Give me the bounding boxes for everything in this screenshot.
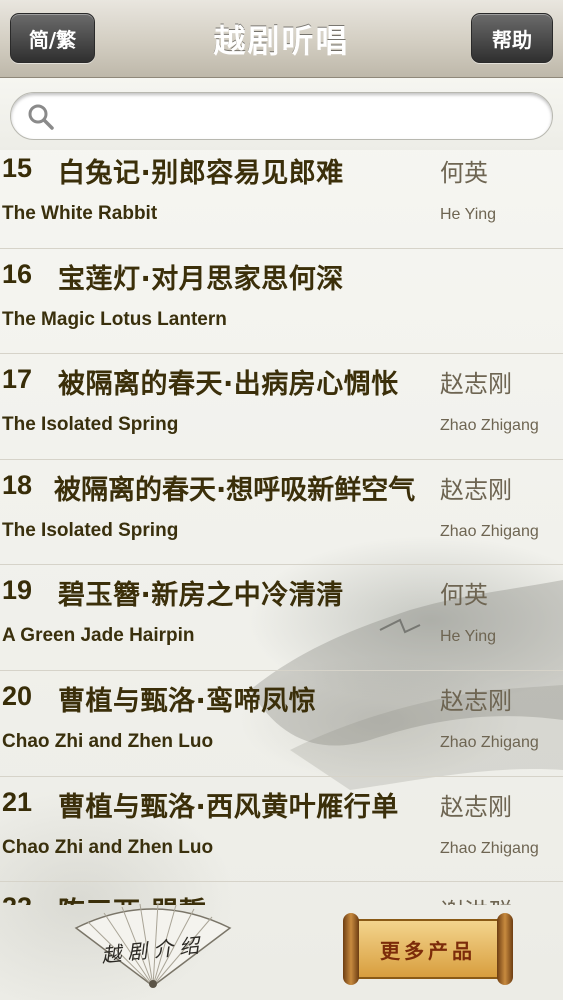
- artist-chinese: 何英: [440, 159, 488, 187]
- song-title-chinese: 碧玉簪·新房之中冷清清: [58, 580, 344, 612]
- list-item[interactable]: 16 宝莲灯·对月思家思何深 The Magic Lotus Lantern: [0, 249, 563, 355]
- list-item[interactable]: 15 白兔记·别郎容易见郎难 何英 The White Rabbit He Yi…: [0, 143, 563, 249]
- artist-english: He Ying: [440, 206, 497, 223]
- artist-chinese: 赵志刚: [440, 686, 512, 715]
- artist-english: Zhao Zhigang: [440, 839, 539, 857]
- artist-chinese: 何英: [440, 581, 488, 610]
- artist-english: Zhao Zhigang: [440, 522, 539, 540]
- list-item[interactable]: 21 曹植与甄洛·西风黄叶雁行单 赵志刚 Chao Zhi and Zhen L…: [0, 777, 563, 883]
- song-number: 20: [2, 680, 33, 711]
- list-item[interactable]: 18 被隔离的春天·想呼吸新鲜空气 赵志刚 The Isolated Sprin…: [0, 460, 563, 566]
- list-item[interactable]: 20 曹植与甄洛·鸾啼凤惊 赵志刚 Chao Zhi and Zhen Luo …: [0, 671, 563, 777]
- song-title-chinese: 被隔离的春天·想呼吸新鲜空气: [54, 474, 416, 506]
- song-title-english: Chao Zhi and Zhen Luo: [2, 836, 214, 858]
- song-number: 16: [2, 258, 33, 289]
- song-title-english: A Green Jade Hairpin: [2, 625, 195, 647]
- song-title-english: The White Rabbit: [2, 203, 158, 224]
- search-icon: [28, 104, 54, 130]
- more-products-label: 更多产品: [380, 939, 476, 963]
- navigation-bar: 简/繁 越剧听唱 帮助: [0, 0, 563, 78]
- song-title-chinese: 曹植与甄洛·西风黄叶雁行单: [58, 791, 399, 823]
- song-title-chinese: 宝莲灯·对月思家思何深: [58, 263, 344, 295]
- song-number: 18: [2, 469, 33, 500]
- list-item[interactable]: 17 被隔离的春天·出病房心惆怅 赵志刚 The Isolated Spring…: [0, 354, 563, 460]
- song-title-chinese: 被隔离的春天·出病房心惆怅: [58, 369, 399, 401]
- song-number: 22: [2, 892, 32, 905]
- artist-chinese: 赵志刚: [440, 370, 512, 399]
- search-bar: [0, 78, 563, 150]
- song-title-english: The Isolated Spring: [2, 414, 179, 436]
- song-number: 21: [2, 786, 33, 817]
- song-title-chinese: 曹植与甄洛·鸾啼凤惊: [58, 685, 317, 717]
- artist-chinese: 赵志刚: [440, 792, 512, 821]
- song-title-english: The Isolated Spring: [2, 519, 179, 541]
- artist-english: Zhao Zhigang: [440, 417, 539, 435]
- list-item[interactable]: 19 碧玉簪·新房之中冷清清 何英 A Green Jade Hairpin H…: [0, 565, 563, 671]
- artist-english: He Ying: [440, 628, 497, 646]
- song-title-english: Chao Zhi and Zhen Luo: [2, 730, 214, 752]
- artist-chinese: 谢洪群: [440, 892, 512, 905]
- artist-english: Zhao Zhigang: [440, 733, 539, 751]
- opera-intro-button[interactable]: 越剧介绍: [68, 898, 238, 990]
- song-number: 19: [2, 575, 33, 606]
- more-products-button[interactable]: 更多产品: [343, 913, 513, 985]
- song-number: 15: [2, 153, 33, 183]
- help-button[interactable]: 帮助: [471, 13, 553, 63]
- artist-chinese: 赵志刚: [440, 475, 512, 504]
- song-title-chinese: 白兔记·别郎容易见郎难: [58, 158, 344, 189]
- search-input[interactable]: [63, 101, 533, 131]
- song-list: 15 白兔记·别郎容易见郎难 何英 The White Rabbit He Yi…: [0, 143, 563, 905]
- song-title-english: The Magic Lotus Lantern: [2, 308, 227, 330]
- song-number: 17: [2, 364, 33, 395]
- search-field[interactable]: [10, 92, 553, 140]
